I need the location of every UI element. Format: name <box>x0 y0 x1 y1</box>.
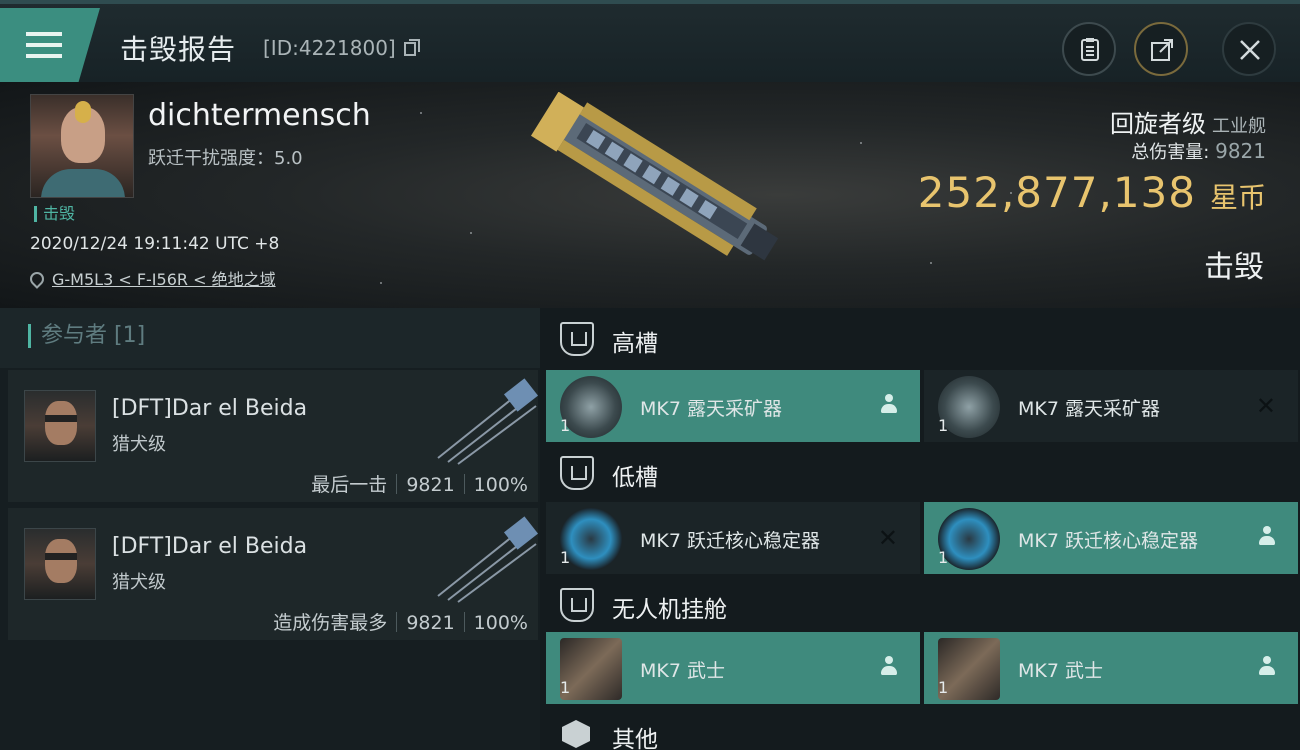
module-item[interactable]: 1 MK7 跃迁核心稳定器 <box>924 502 1298 574</box>
fitting-panel: 高槽 1 MK7 露天采矿器 1 MK7 露天采矿器 ✕ 低槽 1 MK7 跃迁… <box>540 308 1300 750</box>
module-item[interactable]: 1 MK7 武士 <box>546 632 920 704</box>
kill-location[interactable]: G-M5L3 < F-I56R < 绝地之域 <box>27 266 276 290</box>
attacker-row[interactable]: [DFT]Dar el Beida 猎犬级 造成伤害最多 9821 100% <box>8 508 538 640</box>
drone-bay-icon <box>560 588 594 622</box>
attacker-name[interactable]: [DFT]Dar el Beida <box>112 534 307 559</box>
victim-summary: dichtermensch 跃迁干扰强度：5.0 击毁 2020/12/24 1… <box>0 82 1300 308</box>
dropped-x-icon: ✕ <box>1255 392 1276 420</box>
attacker-stats: 造成伤害最多 9821 100% <box>273 608 528 635</box>
module-qty: 1 <box>938 548 949 567</box>
clipboard-icon <box>1081 38 1099 61</box>
location-link[interactable]: G-M5L3 < F-I56R < 绝地之域 <box>52 270 276 289</box>
isk-loss: 252,877,138 星币 <box>918 168 1266 217</box>
close-button[interactable] <box>1222 22 1276 76</box>
participants-label: 参与者 [1] <box>28 324 145 348</box>
warp-disruption-strength: 跃迁干扰强度：5.0 <box>148 148 303 169</box>
dropped-x-icon: ✕ <box>877 524 898 552</box>
menu-button[interactable] <box>0 8 100 84</box>
victim-ship-class[interactable]: 回旋者级 工业舰 <box>1110 104 1266 139</box>
attacker-damage: 9821 <box>406 612 455 634</box>
attacker-percent: 100% <box>473 612 528 634</box>
kill-id-text: [ID:4221800] <box>263 36 396 60</box>
module-qty: 1 <box>560 678 571 697</box>
drone-bay-title: 无人机挂舱 <box>612 597 727 623</box>
other-header: 其他 <box>540 704 1300 750</box>
isk-unit: 星币 <box>1209 181 1266 214</box>
high-slot-icon <box>560 322 594 356</box>
destroyed-person-icon <box>1258 654 1276 682</box>
total-damage: 总伤害量: 9821 <box>1131 138 1266 164</box>
drone-bay-header: 无人机挂舱 <box>540 574 1300 634</box>
victim-ship-type: 工业舰 <box>1212 116 1266 137</box>
attacker-role: 最后一击 <box>311 474 388 496</box>
victim-ship-name: 回旋者级 <box>1110 110 1206 138</box>
victim-name[interactable]: dichtermensch <box>148 98 371 133</box>
location-pin-icon <box>27 269 47 289</box>
kill-timestamp: 2020/12/24 19:11:42 UTC +8 <box>30 234 280 254</box>
cargo-cube-icon <box>562 720 590 748</box>
isk-value: 252,877,138 <box>917 168 1196 217</box>
module-name: MK7 武士 <box>640 660 725 682</box>
attacker-ship-image <box>437 516 538 603</box>
low-slot-title: 低槽 <box>612 465 658 491</box>
low-slot-icon <box>560 456 594 490</box>
victim-ship-image[interactable] <box>520 92 790 292</box>
module-name: MK7 武士 <box>1018 660 1103 682</box>
clipboard-button[interactable] <box>1062 22 1116 76</box>
attacker-role: 造成伤害最多 <box>273 612 388 634</box>
participants-panel: 参与者 [1] [DFT]Dar el Beida 猎犬级 最后一击 9821 10… <box>0 308 540 750</box>
module-qty: 1 <box>938 416 949 435</box>
close-icon <box>1240 40 1260 60</box>
title-bar: 击毁报告 [ID:4221800] <box>0 0 1300 84</box>
module-item[interactable]: 1 MK7 跃迁核心稳定器 ✕ <box>546 502 920 574</box>
destroyed-person-icon <box>1258 524 1276 552</box>
kill-id[interactable]: [ID:4221800] <box>263 36 421 60</box>
module-item[interactable]: 1 MK7 露天采矿器 ✕ <box>924 370 1298 442</box>
menu-icon <box>26 32 62 58</box>
module-qty: 1 <box>938 678 949 697</box>
attacker-stats: 最后一击 9821 100% <box>311 470 528 497</box>
victim-portrait[interactable] <box>30 94 134 198</box>
destroyed-person-icon <box>880 654 898 682</box>
share-button[interactable] <box>1134 22 1188 76</box>
attacker-name[interactable]: [DFT]Dar el Beida <box>112 396 307 421</box>
module-name: MK7 跃迁核心稳定器 <box>1018 530 1198 552</box>
module-qty: 1 <box>560 416 571 435</box>
high-slot-header: 高槽 <box>540 308 1300 368</box>
attacker-damage: 9821 <box>406 474 455 496</box>
participants-header: 参与者 [1] <box>0 308 540 368</box>
share-icon <box>1151 39 1173 61</box>
module-item[interactable]: 1 MK7 露天采矿器 <box>546 370 920 442</box>
attacker-percent: 100% <box>473 474 528 496</box>
module-name: MK7 露天采矿器 <box>1018 398 1160 420</box>
total-damage-value: 9821 <box>1215 139 1266 163</box>
attacker-row[interactable]: [DFT]Dar el Beida 猎犬级 最后一击 9821 100% <box>8 370 538 502</box>
module-item[interactable]: 1 MK7 武士 <box>924 632 1298 704</box>
page-title: 击毁报告 <box>120 33 237 66</box>
attacker-ship-image <box>437 378 538 465</box>
attacker-portrait[interactable] <box>24 390 96 462</box>
victim-status-tag: 击毁 <box>34 206 75 222</box>
module-name: MK7 露天采矿器 <box>640 398 782 420</box>
module-qty: 1 <box>560 548 571 567</box>
other-title: 其他 <box>612 727 658 750</box>
high-slot-title: 高槽 <box>612 331 658 357</box>
destroyed-person-icon <box>880 392 898 420</box>
kill-result: 击毁 <box>1204 250 1264 285</box>
attacker-ship: 猎犬级 <box>112 572 166 593</box>
attacker-ship: 猎犬级 <box>112 434 166 455</box>
attacker-portrait[interactable] <box>24 528 96 600</box>
low-slot-header: 低槽 <box>540 442 1300 502</box>
copy-icon[interactable] <box>404 39 421 57</box>
module-name: MK7 跃迁核心稳定器 <box>640 530 820 552</box>
total-damage-label: 总伤害量: <box>1131 142 1210 163</box>
